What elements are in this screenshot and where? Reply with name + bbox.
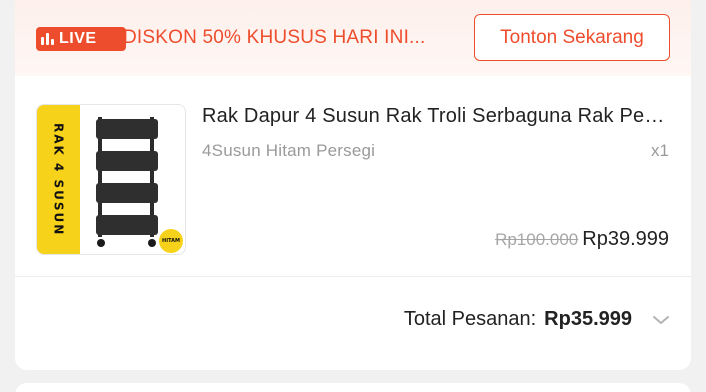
chevron-down-icon[interactable]	[652, 314, 670, 326]
order-total-label: Total Pesanan:	[403, 308, 537, 330]
order-total-row[interactable]: Total Pesanan: Rp35.999	[404, 308, 670, 331]
product-image-badge: HITAM	[159, 229, 183, 253]
live-banner[interactable]: LIVE DISKON 50% KHUSUS HARI INI... Tonto…	[15, 0, 691, 76]
discount-price: Rp39.999	[582, 228, 669, 250]
live-badge: LIVE	[36, 27, 126, 51]
product-image-label: RAK 4 SUSUN	[51, 122, 66, 237]
price-row: Rp100.000 Rp39.999	[495, 228, 669, 251]
product-name[interactable]: Rak Dapur 4 Susun Rak Troli Serbaguna Ra…	[202, 105, 672, 128]
live-bars-icon	[41, 33, 54, 45]
product-image-stripe: RAK 4 SUSUN	[37, 105, 80, 254]
product-quantity: x1	[651, 141, 669, 160]
live-badge-label: LIVE	[59, 30, 97, 47]
original-price: Rp100.000	[495, 230, 579, 249]
rack-product-icon	[96, 117, 158, 247]
order-total-value: Rp35.999	[544, 308, 632, 330]
watch-now-button[interactable]: Tonton Sekarang	[474, 14, 670, 61]
live-promo-text: DISKON 50% KHUSUS HARI INI...	[123, 27, 426, 48]
product-image[interactable]: RAK 4 SUSUN HITAM	[36, 104, 186, 255]
order-card: LIVE DISKON 50% KHUSUS HARI INI... Tonto…	[15, 0, 691, 370]
divider	[15, 276, 691, 277]
product-variant: 4Susun Hitam Persegi	[202, 141, 376, 160]
next-order-card	[15, 383, 691, 392]
